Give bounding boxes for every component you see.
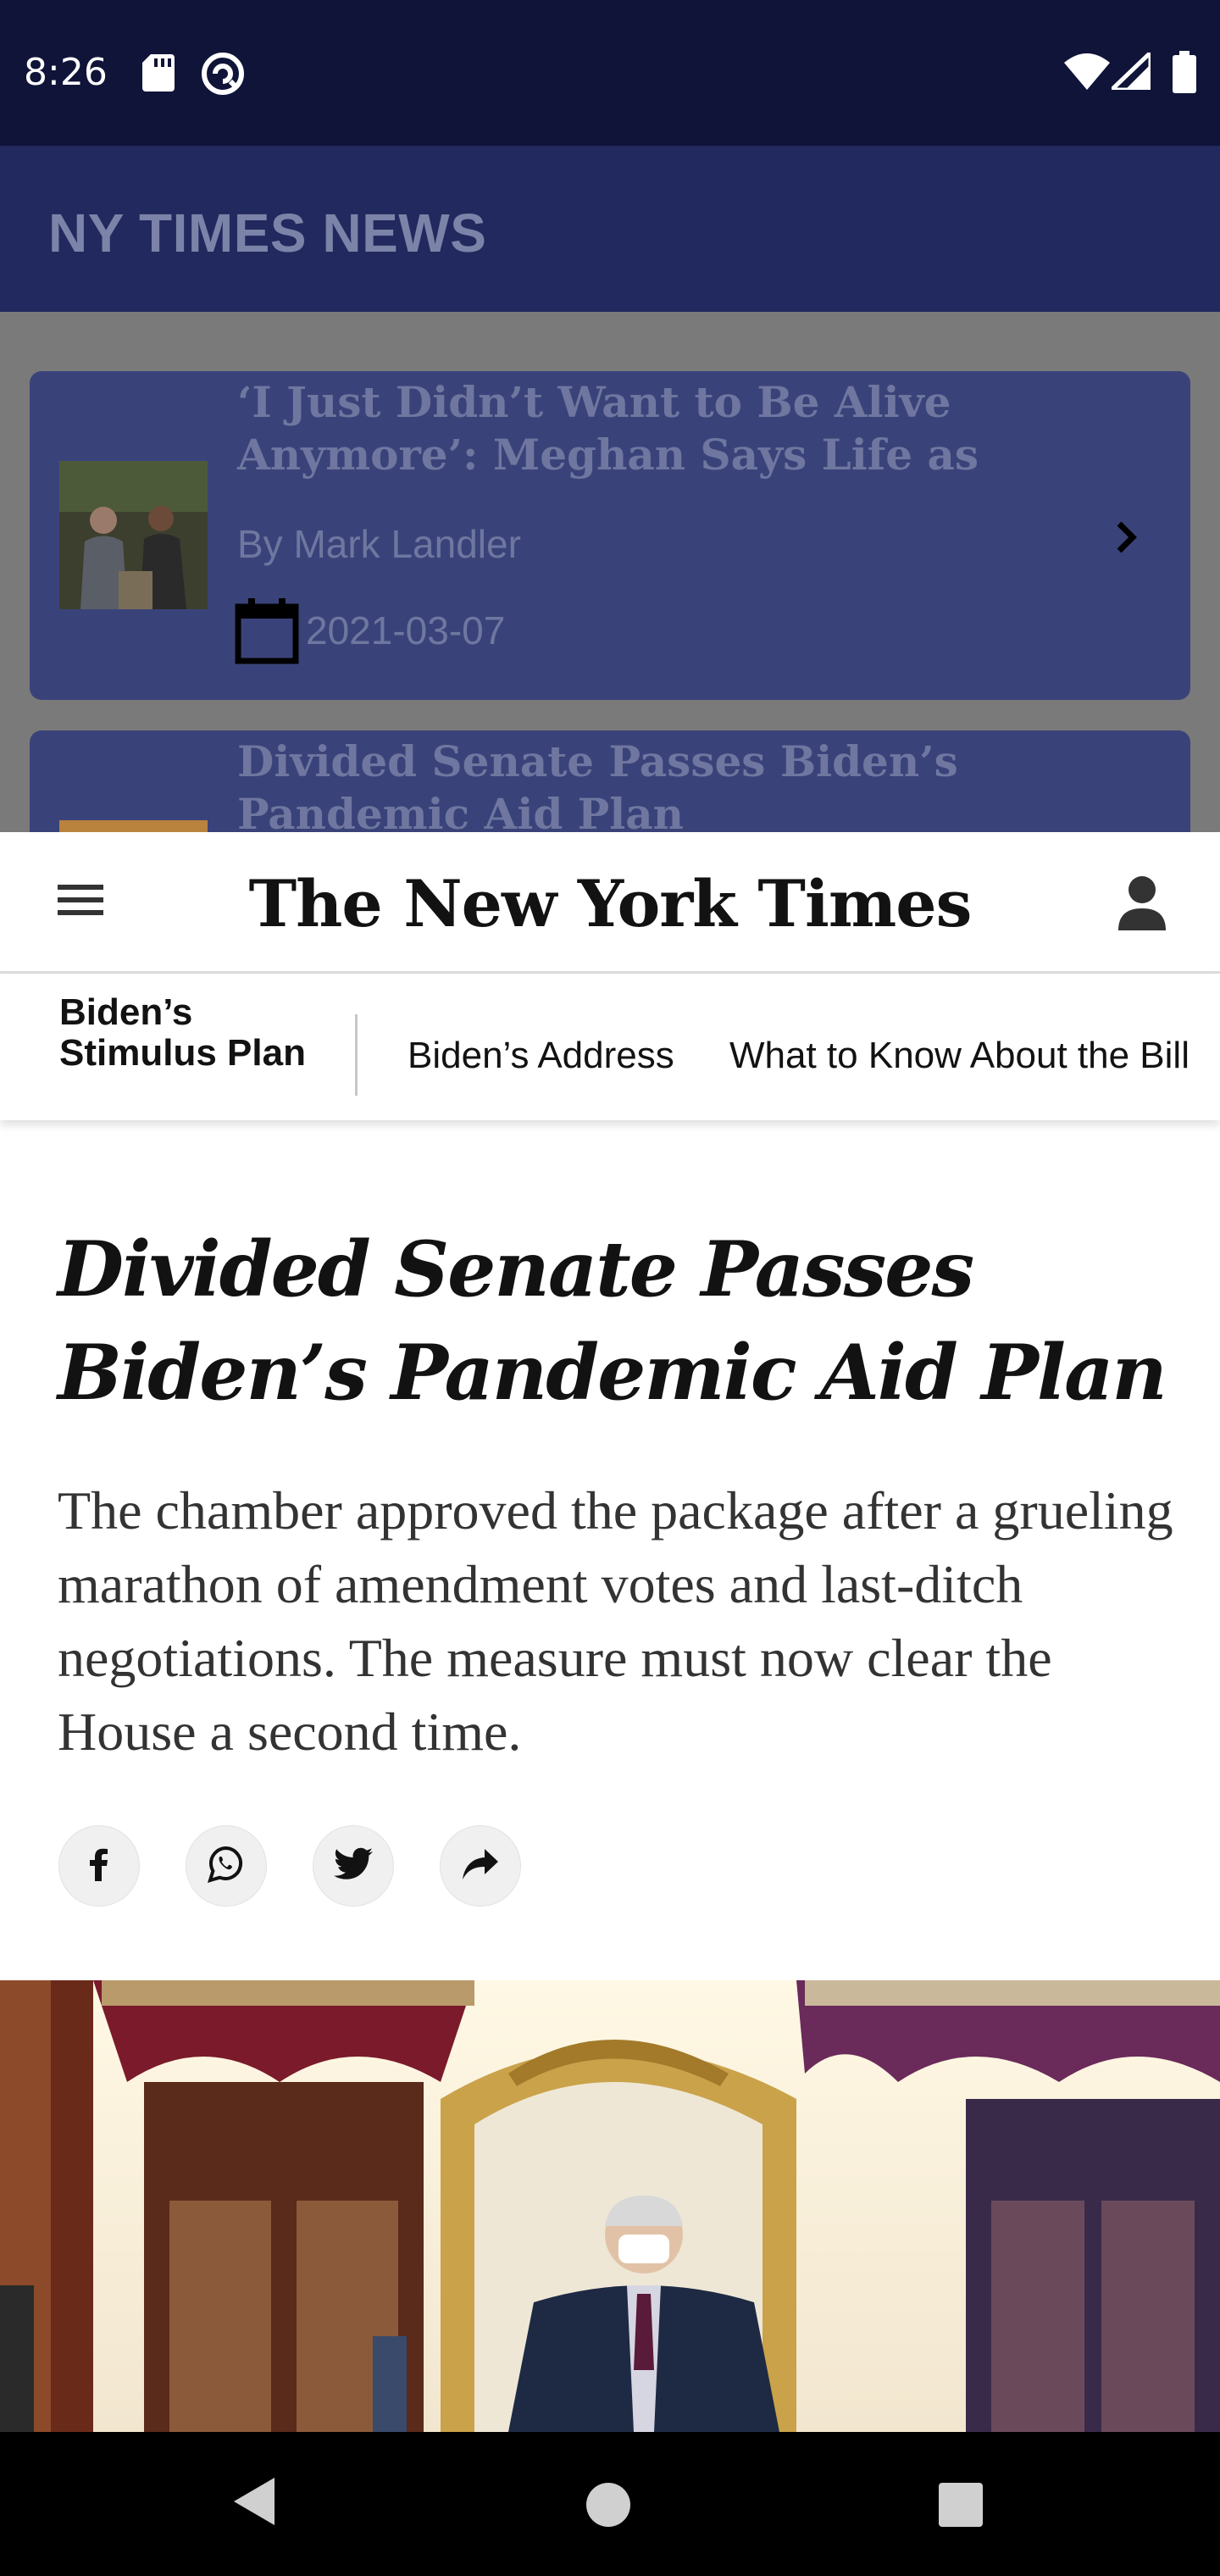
article-hero-image [0, 1980, 1220, 2432]
news-title: Divided Senate Passes Biden’s Pandemic A… [237, 736, 958, 832]
sd-card-icon [142, 54, 175, 96]
twitter-icon [334, 1847, 373, 1885]
news-date: 2021-03-07 [306, 608, 506, 652]
wifi-icon [1064, 53, 1110, 94]
news-author: By Mark Landler [237, 522, 521, 566]
article-summary: The chamber approved the package after a… [58, 1480, 1173, 1762]
status-time: 8:26 [24, 51, 108, 94]
news-list: ‘I Just Didn’t Want to Be Alive Anymore’… [0, 312, 1220, 832]
back-icon[interactable] [230, 2476, 278, 2531]
battery-icon [1173, 51, 1196, 97]
news-title: ‘I Just Didn’t Want to Be Alive Anymore’… [237, 377, 979, 480]
app-bar: NY TIMES NEWS [0, 146, 1220, 312]
whatsapp-share-button[interactable] [186, 1825, 267, 1907]
topic-label[interactable]: Biden’s Stimulus Plan [59, 992, 330, 1074]
article-webview: The New York Times Biden’s Stimulus Plan… [0, 832, 1220, 2432]
nyt-header: The New York Times [0, 832, 1220, 974]
article-headline: Divided Senate Passes Biden’s Pandemic A… [58, 1224, 1167, 1418]
news-card[interactable]: ‘I Just Didn’t Want to Be Alive Anymore’… [30, 371, 1190, 700]
topic-link-bidens-address[interactable]: Biden’s Address [408, 1035, 674, 1077]
topic-divider [355, 1014, 358, 1096]
notification-icon [200, 51, 246, 101]
topic-link-what-to-know[interactable]: What to Know About the Bill [729, 1035, 1190, 1077]
account-icon[interactable] [1115, 874, 1169, 936]
status-bar: 8:26 [0, 0, 1220, 146]
system-nav-bar [0, 2432, 1220, 2576]
facebook-icon [82, 1847, 116, 1885]
home-icon[interactable] [585, 2481, 632, 2533]
facebook-share-button[interactable] [58, 1825, 140, 1907]
app-title: NY TIMES NEWS [48, 203, 487, 264]
share-icon [461, 1847, 500, 1885]
news-thumbnail [59, 820, 208, 832]
calendar-icon [233, 597, 301, 669]
more-share-button[interactable] [440, 1825, 521, 1907]
nyt-logo[interactable]: The New York Times [0, 866, 1220, 942]
whatsapp-icon [207, 1845, 246, 1888]
signal-icon [1106, 47, 1153, 94]
news-thumbnail [59, 461, 208, 609]
chevron-right-icon[interactable] [1104, 514, 1151, 565]
recents-icon[interactable] [937, 2481, 984, 2533]
news-card[interactable]: Divided Senate Passes Biden’s Pandemic A… [30, 730, 1190, 832]
topic-nav: Biden’s Stimulus Plan Biden’s Address Wh… [0, 974, 1220, 1120]
twitter-share-button[interactable] [313, 1825, 394, 1907]
